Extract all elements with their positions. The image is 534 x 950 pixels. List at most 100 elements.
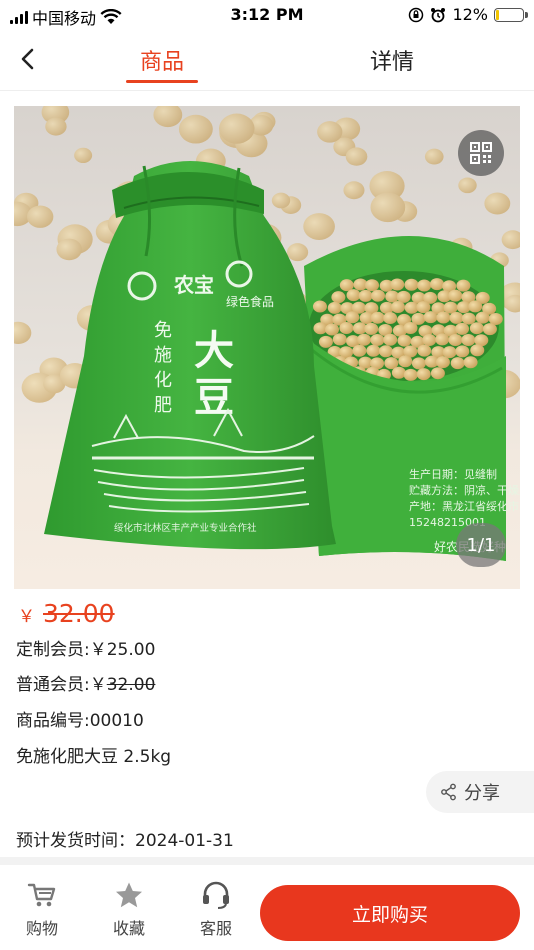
- soybean: [390, 278, 405, 291]
- soybean: [458, 177, 477, 194]
- soybean: [74, 147, 93, 164]
- soybean: [364, 322, 379, 335]
- share-icon: [441, 783, 456, 801]
- soybean: [449, 311, 464, 324]
- ship-time-row: 预计发货时间：2024-01-31: [16, 826, 234, 851]
- soybean: [475, 311, 490, 324]
- soybean: [346, 289, 361, 302]
- open-bag-line3: 产地：黑龙江省绥化市: [409, 499, 519, 513]
- normal-member-price: 32.00: [106, 675, 156, 695]
- soybean: [271, 192, 291, 209]
- section-divider: [0, 857, 534, 865]
- soybean: [383, 312, 398, 325]
- tab-goods-label: 商品: [139, 50, 184, 75]
- image-page-indicator: 1/1: [456, 523, 506, 567]
- soybean: [455, 322, 470, 335]
- soybean: [366, 344, 381, 357]
- soybean: [339, 322, 354, 335]
- bag-big-char-1: 大: [194, 328, 234, 374]
- bag-maker-text: 绥化市北林区丰产产业专业合作社: [114, 522, 257, 534]
- share-button[interactable]: 分享: [426, 771, 534, 813]
- soybean: [470, 344, 485, 357]
- soybean: [422, 334, 437, 347]
- tab-details-label: 详情: [369, 50, 414, 75]
- soybean: [469, 322, 484, 335]
- soybean: [430, 367, 445, 380]
- customer-service-button[interactable]: 客服: [186, 881, 246, 939]
- soybean: [461, 312, 476, 325]
- tab-goods[interactable]: 商品: [112, 44, 212, 84]
- bag-char-2: 施: [154, 345, 172, 366]
- soybean: [411, 357, 426, 370]
- soybean: [448, 333, 463, 346]
- status-right: 12%: [408, 5, 528, 24]
- soybean: [219, 113, 255, 144]
- soybean: [448, 289, 463, 302]
- soybean: [286, 243, 309, 262]
- cart-button[interactable]: 购物: [12, 881, 72, 939]
- soybean: [403, 368, 418, 381]
- normal-member-price-row: 普通会员:￥32.00: [16, 670, 155, 695]
- soybean: [26, 205, 54, 228]
- soybean: [417, 344, 432, 357]
- soybean: [370, 192, 406, 223]
- soybean: [318, 335, 333, 348]
- favorite-button[interactable]: 收藏: [99, 881, 159, 939]
- soybean: [370, 333, 385, 346]
- open-bag-line1: 生产日期：见缝制: [409, 467, 497, 481]
- soybean: [357, 333, 372, 346]
- soybean: [343, 181, 365, 200]
- sku-row: 商品编号:00010: [16, 706, 144, 731]
- sku-value: 00010: [89, 711, 144, 731]
- soybean: [45, 117, 67, 136]
- soybean: [455, 345, 470, 358]
- battery-icon: [494, 7, 528, 22]
- tab-details[interactable]: 详情: [342, 44, 442, 84]
- lock-rotation-icon: [409, 7, 424, 22]
- soybean: [404, 278, 419, 291]
- soybean: [345, 147, 368, 166]
- soybean: [436, 311, 451, 324]
- bottom-action-bar: 购物 收藏 客服 立即购买: [0, 865, 534, 950]
- bag-char-4: 肥: [154, 395, 172, 416]
- alarm-icon: [431, 7, 446, 22]
- headset-icon: [203, 881, 229, 909]
- qr-code-button[interactable]: [458, 130, 504, 176]
- soybean: [365, 279, 380, 292]
- soybean: [429, 278, 444, 291]
- buy-now-button[interactable]: 立即购买: [260, 885, 520, 941]
- soybean: [391, 366, 406, 379]
- soybean: [352, 344, 367, 357]
- open-bag: 生产日期：见缝制 贮藏方法：阴凉、干燥处 产地：黑龙江省绥化市 15248215…: [304, 236, 520, 561]
- open-bag-line2: 贮藏方法：阴凉、干燥处: [409, 483, 520, 497]
- soybean: [484, 192, 511, 215]
- qr-code-icon: [470, 142, 492, 164]
- soybean: [370, 311, 385, 324]
- back-arrow-icon[interactable]: [14, 44, 44, 74]
- soybean: [403, 322, 418, 335]
- soybean: [303, 213, 335, 240]
- bag-brand: 农宝: [173, 273, 214, 297]
- bag-char-3: 化: [154, 370, 172, 391]
- sku-label: 商品编号:: [16, 711, 90, 731]
- original-price: 32.00: [43, 599, 115, 628]
- custom-member-price: ￥25.00: [89, 640, 156, 660]
- cart-icon: [27, 883, 56, 907]
- price-row: ￥ 32.00: [18, 599, 115, 628]
- soybean: [463, 356, 478, 369]
- normal-member-label: 普通会员:: [16, 675, 90, 695]
- customer-service-label: 客服: [199, 919, 232, 938]
- soybean: [417, 279, 432, 292]
- soybean: [423, 311, 438, 324]
- product-image[interactable]: 生产日期：见缝制 贮藏方法：阴凉、干燥处 产地：黑龙江省绥化市 15248215…: [14, 106, 520, 589]
- bag-char-1: 免: [154, 320, 172, 341]
- soybean: [443, 301, 458, 314]
- soybean: [435, 356, 450, 369]
- custom-member-price-row: 定制会员:￥25.00: [16, 635, 155, 660]
- soybean: [398, 355, 413, 368]
- favorite-label: 收藏: [112, 919, 145, 938]
- soybean: [378, 345, 393, 358]
- soybean: [371, 289, 386, 302]
- bag-green-food: 绿色食品: [226, 294, 274, 309]
- soybean: [358, 289, 373, 302]
